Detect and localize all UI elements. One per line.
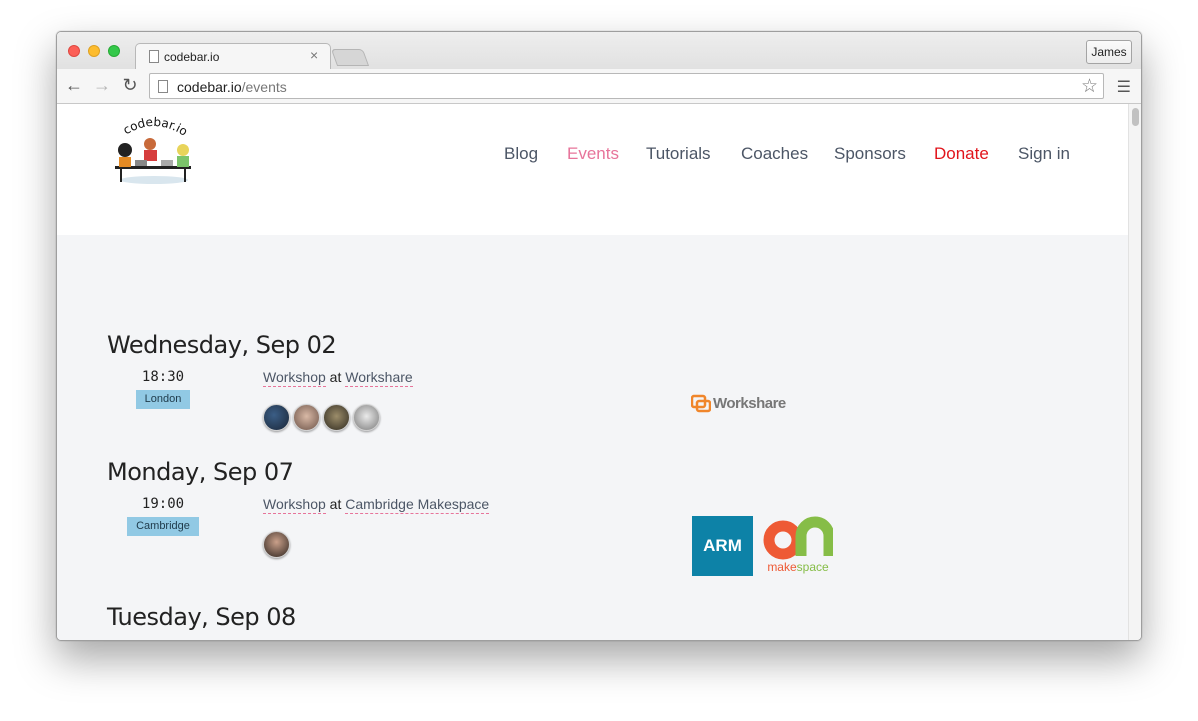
event-type-link[interactable]: Workshop [263, 369, 326, 387]
browser-toolbar: ← → ↻ codebar.io/events ☆ ☰ [57, 69, 1141, 104]
event-venue-link[interactable]: Workshare [345, 369, 413, 387]
zoom-window-button[interactable] [108, 45, 120, 57]
nav-tutorials[interactable]: Tutorials [646, 144, 711, 164]
forward-arrow-icon[interactable]: → [92, 75, 112, 96]
avatar[interactable] [263, 404, 290, 431]
nav-coaches[interactable]: Coaches [741, 144, 808, 164]
hamburger-menu-icon[interactable]: ☰ [1117, 77, 1131, 97]
nav-sign-in[interactable]: Sign in [1018, 144, 1070, 164]
sponsor-makespace-logo[interactable]: makespace [763, 516, 835, 576]
event-time: 18:30 [141, 369, 185, 385]
scrollbar-thumb[interactable] [1132, 108, 1139, 126]
title-bar: codebar.io × James [57, 32, 1141, 70]
site-header: codebar.io Blog Events Tutorials Coaches… [57, 104, 1128, 235]
event-date-heading: Tuesday, Sep 08 [107, 603, 296, 631]
logo-text: codebar.io [121, 115, 191, 139]
close-window-button[interactable] [68, 45, 80, 57]
avatar[interactable] [293, 404, 320, 431]
event-date-heading: Monday, Sep 07 [107, 458, 294, 486]
city-badge[interactable]: London [136, 390, 190, 409]
tab-title: codebar.io [164, 50, 220, 64]
avatar[interactable] [353, 404, 380, 431]
reload-icon[interactable]: ↻ [120, 75, 140, 96]
new-tab-button[interactable] [330, 49, 370, 66]
makespace-logo-text: makespace [767, 560, 829, 574]
page-scrollbar[interactable] [1128, 104, 1141, 640]
page-content: codebar.io Blog Events Tutorials Coaches… [57, 104, 1128, 640]
nav-sponsors[interactable]: Sponsors [834, 144, 906, 164]
event-at-text: at [329, 496, 342, 512]
workshare-mark-icon [690, 394, 712, 413]
avatar[interactable] [263, 531, 290, 558]
makespace-mark-icon [763, 516, 835, 560]
nav-events[interactable]: Events [567, 144, 619, 164]
workshare-logo-text: Workshare [713, 395, 786, 412]
tab-close-icon[interactable]: × [310, 47, 318, 63]
event-title: Workshop at Cambridge Makespace [263, 496, 490, 514]
event-venue-link[interactable]: Cambridge Makespace [345, 496, 490, 514]
event-title: Workshop at Workshare [263, 369, 413, 387]
event-type-link[interactable]: Workshop [263, 496, 326, 514]
event-at-text: at [329, 369, 342, 385]
bookmark-star-icon[interactable]: ☆ [1081, 75, 1098, 98]
browser-window: codebar.io × James ← → ↻ codebar.io/even… [56, 31, 1142, 641]
url-text[interactable]: codebar.io/events [177, 79, 287, 95]
event-date-heading: Wednesday, Sep 02 [107, 331, 337, 359]
avatar[interactable] [323, 404, 350, 431]
page-icon [149, 50, 159, 63]
sponsor-workshare-logo[interactable]: Workshare [690, 393, 787, 415]
codebar-logo[interactable]: codebar.io [111, 110, 197, 186]
minimize-window-button[interactable] [88, 45, 100, 57]
event-time: 19:00 [141, 496, 185, 512]
sponsor-arm-logo[interactable]: ARM [692, 516, 753, 576]
address-bar[interactable]: codebar.io/events ☆ [149, 73, 1104, 99]
profile-button[interactable]: James [1086, 40, 1132, 64]
nav-blog[interactable]: Blog [504, 144, 538, 164]
svg-text:codebar.io: codebar.io [121, 115, 191, 139]
back-arrow-icon[interactable]: ← [64, 75, 84, 96]
page-icon [158, 80, 168, 93]
nav-donate[interactable]: Donate [934, 144, 989, 164]
city-badge[interactable]: Cambridge [127, 517, 199, 536]
